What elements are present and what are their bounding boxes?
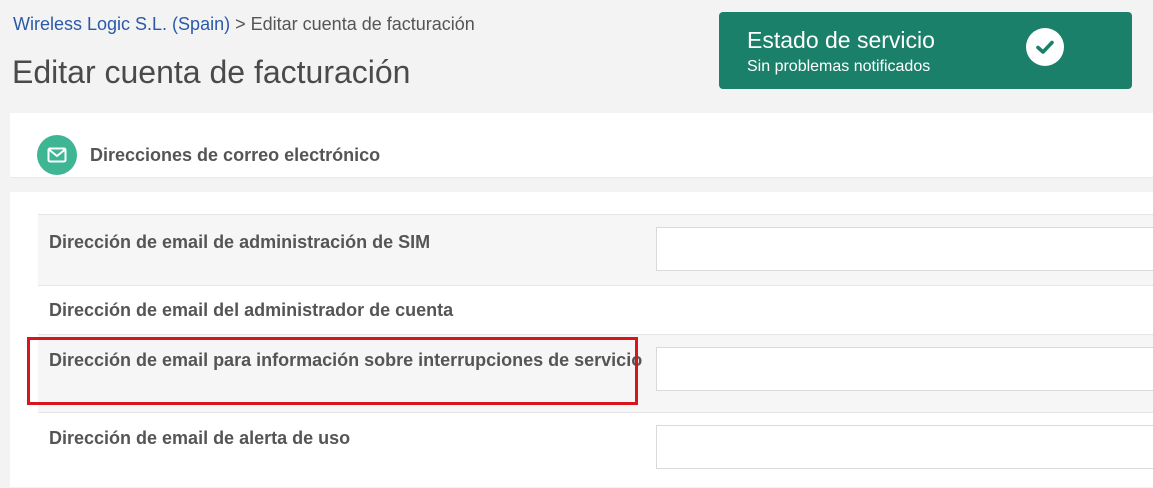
field-label-outage-info-email: Dirección de email para información sobr… [49,350,643,370]
service-status-subtitle: Sin problemas notificados [747,58,931,75]
field-row-outage-info-email: Dirección de email para información sobr… [38,334,1153,412]
breadcrumb-separator: > [235,14,246,34]
outage-info-email-input[interactable] [656,347,1153,391]
field-row-usage-alert-email: Dirección de email de alerta de uso [38,412,1153,488]
envelope-icon [37,135,77,175]
service-status-title: Estado de servicio [747,27,935,53]
section-divider [10,178,1153,192]
breadcrumb: Wireless Logic S.L. (Spain) > Editar cue… [13,14,475,35]
section-header: Direcciones de correo electrónico [10,113,1153,178]
service-status-banner[interactable]: Estado de servicio Sin problemas notific… [719,12,1132,89]
section-title: Direcciones de correo electrónico [90,145,381,165]
usage-alert-email-input[interactable] [656,425,1153,469]
email-settings-card: Direcciones de correo electrónico Direcc… [10,113,1153,487]
check-circle-icon [1026,28,1064,66]
breadcrumb-link-account[interactable]: Wireless Logic S.L. (Spain) [13,14,230,34]
breadcrumb-current: Editar cuenta de facturación [250,14,475,34]
page-title: Editar cuenta de facturación [12,54,411,90]
field-label-sim-admin-email: Dirección de email de administración de … [49,232,431,252]
field-label-account-admin-email: Dirección de email del administrador de … [49,300,454,320]
field-row-sim-admin-email: Dirección de email de administración de … [38,214,1153,285]
field-label-usage-alert-email: Dirección de email de alerta de uso [49,428,351,448]
field-row-account-admin-email: Dirección de email del administrador de … [38,285,1153,334]
sim-admin-email-input[interactable] [656,227,1153,271]
